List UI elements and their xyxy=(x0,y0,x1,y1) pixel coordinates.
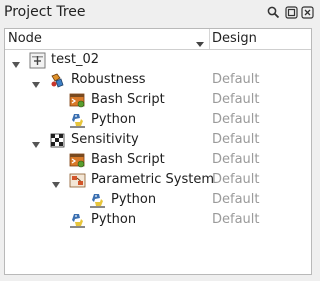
design-cell: Default xyxy=(212,192,260,207)
python-icon xyxy=(69,112,86,129)
design-cell: Default xyxy=(212,112,260,127)
tree-row-label: Python xyxy=(111,192,157,207)
tree-row-robustness[interactable]: Robustness Default xyxy=(5,71,311,91)
tree-row-label: Robustness xyxy=(71,72,146,87)
robustness-icon xyxy=(49,72,66,89)
parametric-system-icon xyxy=(69,172,86,189)
tree-row-bash-script[interactable]: Bash Script Default xyxy=(5,91,311,111)
python-icon xyxy=(89,192,106,209)
tree-row-label: test_02 xyxy=(51,52,100,67)
expand-arrow-icon[interactable] xyxy=(12,57,20,72)
tree-row-label: Python xyxy=(91,212,137,227)
project-tree-view[interactable]: Node Design test_02 Robustness Default B… xyxy=(4,28,312,275)
bash-script-icon xyxy=(69,92,86,109)
bash-script-icon xyxy=(69,152,86,169)
design-cell: Default xyxy=(212,132,260,147)
tree-row-label: Python xyxy=(91,112,137,127)
close-icon[interactable] xyxy=(300,5,314,19)
tree-row-label: Sensitivity xyxy=(71,132,139,147)
design-cell: Default xyxy=(212,92,260,107)
expand-arrow-icon[interactable] xyxy=(32,77,40,92)
title-bar: Project Tree xyxy=(0,0,318,26)
tree-row-label: Parametric System xyxy=(91,172,215,187)
search-icon[interactable] xyxy=(266,5,280,19)
tree-row-parametric-system[interactable]: Parametric System Default xyxy=(5,171,311,191)
design-cell: Default xyxy=(212,72,260,87)
tree-row-python[interactable]: Python Default xyxy=(5,211,311,231)
sensitivity-icon xyxy=(49,132,66,149)
python-icon xyxy=(69,212,86,229)
expand-arrow-icon[interactable] xyxy=(32,137,40,152)
tree-row-label: Bash Script xyxy=(91,152,165,167)
column-divider[interactable] xyxy=(209,29,210,49)
tree-row-python[interactable]: Python Default xyxy=(5,191,311,211)
tree-row-label: Bash Script xyxy=(91,92,165,107)
column-header-node[interactable]: Node xyxy=(8,31,42,46)
tree-row-python[interactable]: Python Default xyxy=(5,111,311,131)
design-cell: Default xyxy=(212,152,260,167)
tree-row-bash-script[interactable]: Bash Script Default xyxy=(5,151,311,171)
tree-row-test-02[interactable]: test_02 xyxy=(5,51,311,71)
design-cell: Default xyxy=(212,172,260,187)
column-header-design[interactable]: Design xyxy=(212,31,257,46)
design-cell: Default xyxy=(212,212,260,227)
tree-row-sensitivity[interactable]: Sensitivity Default xyxy=(5,131,311,151)
project-icon xyxy=(29,52,46,69)
sort-indicator-icon xyxy=(196,36,204,51)
float-icon[interactable] xyxy=(284,5,298,19)
expand-arrow-icon[interactable] xyxy=(52,177,60,192)
tree-header: Node Design xyxy=(5,29,311,50)
panel-title: Project Tree xyxy=(4,4,86,20)
